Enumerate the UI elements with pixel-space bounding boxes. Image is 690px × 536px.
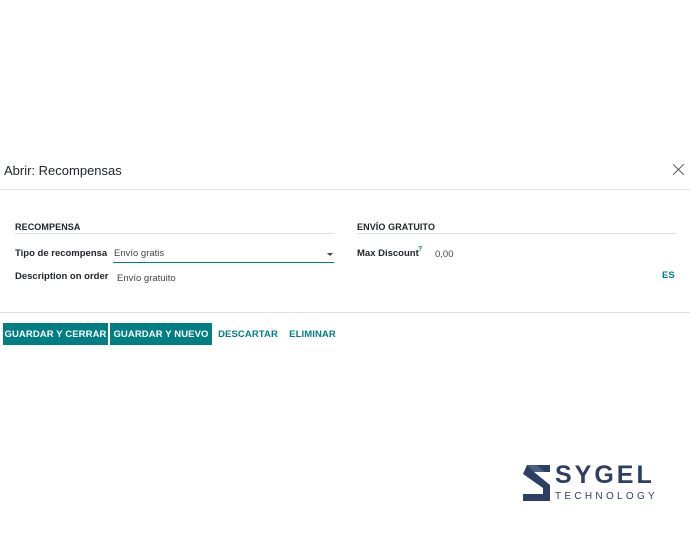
save-close-button[interactable]: GUARDAR Y CERRAR [3, 323, 108, 345]
section-title-free-shipping: ENVÍO GRATUITO [357, 222, 436, 232]
section-divider-free-shipping [357, 233, 677, 234]
description-label: Description on order [15, 271, 109, 282]
max-discount-field[interactable]: 0,00 [435, 249, 454, 260]
close-icon[interactable] [670, 161, 688, 179]
chevron-down-icon [327, 253, 333, 256]
logo-subtitle: TECHNOLOGY [555, 491, 659, 502]
footer-divider [0, 312, 690, 313]
discard-button[interactable]: DESCARTAR [216, 323, 280, 345]
max-discount-label: Max Discount [357, 248, 419, 259]
section-title-reward: RECOMPENSA [15, 222, 81, 232]
section-divider-reward [15, 233, 334, 234]
sygel-logo-mark-icon [523, 465, 550, 501]
dialog-header: Abrir: Recompensas [0, 152, 690, 190]
reward-type-select[interactable]: Envío gratis [113, 246, 334, 263]
delete-button[interactable]: ELIMINAR [285, 323, 340, 345]
help-tooltip-icon[interactable]: ? [418, 246, 422, 253]
logo-word: SYGEL [555, 461, 655, 489]
description-field[interactable]: Envío gratuito [117, 273, 176, 284]
dialog-title: Abrir: Recompensas [4, 163, 122, 178]
reward-type-label: Tipo de recompensa [15, 248, 108, 259]
sygel-logo: SYGEL TECHNOLOGY [521, 461, 655, 506]
save-new-button[interactable]: GUARDAR Y NUEVO [110, 323, 212, 345]
reward-type-value: Envío gratis [114, 248, 165, 259]
language-button[interactable]: ES [662, 270, 675, 281]
